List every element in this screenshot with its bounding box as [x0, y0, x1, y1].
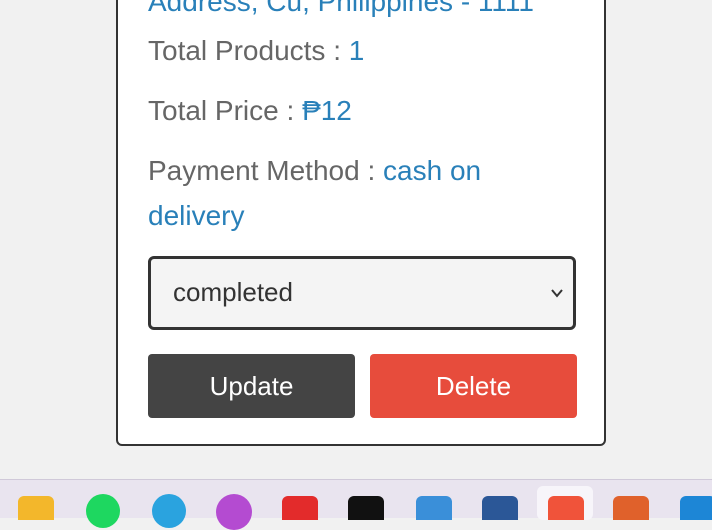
telegram-icon[interactable]: [152, 494, 186, 528]
order-status-select[interactable]: completed: [148, 256, 576, 330]
order-status-selected: completed: [173, 277, 293, 307]
taskbar: [0, 479, 712, 530]
xampp-icon[interactable]: [613, 496, 649, 520]
spotify-icon[interactable]: [86, 494, 120, 528]
vscode-icon[interactable]: [680, 496, 712, 520]
payment-method-row: Payment Method : cash on delivery: [148, 148, 568, 238]
netflix-icon[interactable]: [348, 496, 384, 520]
total-products-label: Total Products :: [148, 35, 349, 66]
total-products-value: 1: [348, 35, 365, 66]
file-explorer-icon[interactable]: [18, 496, 54, 520]
order-card: Address, Cu, Philippines - 1111 Total Pr…: [116, 0, 606, 446]
app-icon[interactable]: [282, 496, 318, 520]
order-address: Address, Cu, Philippines - 1111: [148, 0, 534, 17]
total-products-row: Total Products : 1: [148, 28, 568, 73]
word-icon[interactable]: [482, 496, 518, 520]
total-price-row: Total Price : ₱12: [148, 88, 568, 133]
chevron-down-icon: [551, 289, 563, 298]
delete-button[interactable]: Delete: [370, 354, 577, 418]
total-price-value: ₱12: [302, 95, 352, 126]
update-button[interactable]: Update: [148, 354, 355, 418]
total-price-label: Total Price :: [148, 95, 303, 126]
payment-method-label: Payment Method :: [148, 155, 384, 186]
messenger-icon[interactable]: [216, 494, 252, 530]
store-icon[interactable]: [416, 496, 452, 520]
brave-icon[interactable]: [548, 496, 584, 520]
